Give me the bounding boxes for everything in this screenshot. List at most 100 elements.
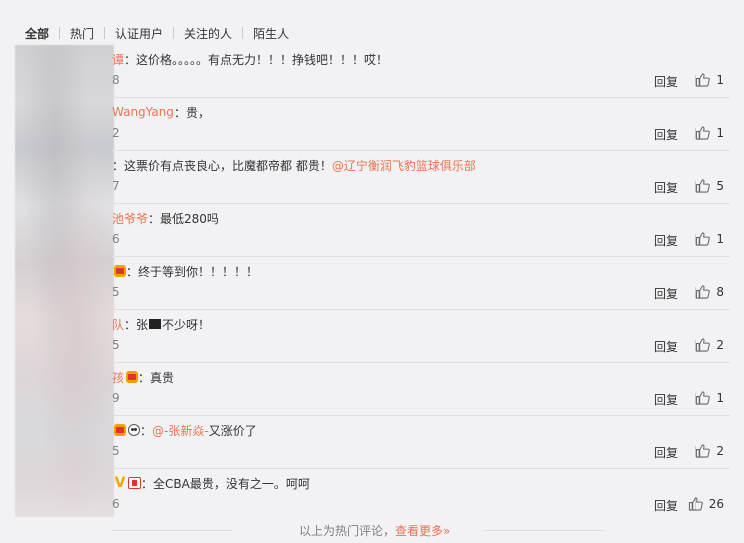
like-button[interactable]: 8 (695, 284, 724, 299)
comment-text: 终于等到你！！！！！ (138, 264, 259, 279)
reply-button[interactable]: 回复 (654, 232, 678, 249)
tab-2[interactable]: 认证用户 (115, 25, 163, 42)
comment-filter-tabs: 全部 热门 认证用户 关注的人 陌生人 (25, 24, 289, 42)
like-button[interactable]: 2 (695, 443, 724, 458)
comment-time: 6 (112, 497, 120, 511)
colon: ： (141, 476, 154, 491)
comment-text-line: 池爷爷：最低280吗 (112, 210, 219, 226)
comment-text-line: 谭：这价格。。。。。有点无力！！！挣钱吧！！！哎！ (112, 51, 388, 67)
comment-row: 池爷爷：最低280吗 6 回复 1 (0, 204, 744, 257)
like-button[interactable]: 26 (688, 496, 724, 511)
footer-label: 以上为热门评论， (299, 524, 396, 538)
like-count: 2 (716, 443, 724, 458)
tab-0[interactable]: 全部 (25, 25, 49, 42)
comment-text-line: 队：张不少呀！ (112, 316, 210, 332)
comment-username[interactable]: WangYang (112, 105, 174, 119)
like-button[interactable]: 1 (695, 390, 724, 405)
comment-text-line: ：这票价有点丧良心，比魔都帝都 都贵！ @辽宁衡润飞豹篮球俱乐部 (112, 157, 476, 173)
tab-4[interactable]: 陌生人 (253, 25, 289, 42)
comment-text: 贵， (185, 105, 210, 120)
comment-text: 真贵 (150, 370, 175, 385)
crown-badge-icon (114, 265, 126, 277)
comment-text-line: ： @-张新焱- 又涨价了 (112, 422, 257, 438)
comment-row: ：这票价有点丧良心，比魔都帝都 都贵！ @辽宁衡润飞豹篮球俱乐部 7 回复 5 (0, 151, 744, 204)
reply-button[interactable]: 回复 (654, 285, 678, 302)
mention-link[interactable]: @辽宁衡润飞豹篮球俱乐部 (332, 157, 476, 174)
reply-button[interactable]: 回复 (654, 73, 678, 90)
footer-text: 以上为热门评论，查看更多» (299, 522, 450, 539)
reply-button[interactable]: 回复 (654, 126, 678, 143)
tab-separator (242, 27, 244, 39)
like-button[interactable]: 1 (695, 72, 724, 87)
comment-time: 5 (112, 444, 120, 458)
crown-badge-icon (114, 424, 126, 436)
comment-text: 不少呀！ (162, 317, 211, 332)
reply-button[interactable]: 回复 (654, 179, 678, 196)
like-button[interactable]: 5 (695, 178, 724, 193)
tab-separator (173, 27, 175, 39)
thumbs-up-icon (696, 73, 711, 87)
tab-3[interactable]: 关注的人 (184, 25, 232, 42)
thumbs-up-icon (696, 285, 711, 299)
comment-time: 9 (112, 391, 120, 405)
comment-text-line: V ：全CBA最贵，没有之一。呵呵 (112, 475, 310, 491)
like-count: 5 (716, 178, 724, 193)
tab-1[interactable]: 热门 (70, 25, 94, 42)
like-count: 1 (716, 231, 724, 246)
mention-link[interactable]: @-张新焱- (152, 422, 209, 439)
tab-separator (104, 27, 106, 39)
reply-button[interactable]: 回复 (654, 497, 678, 514)
reply-button[interactable]: 回复 (654, 391, 678, 408)
thumbs-up-icon (688, 497, 703, 511)
colon: ： (140, 423, 153, 438)
panda-badge-icon (128, 424, 140, 436)
comment-text-prefix: 张 (136, 317, 149, 332)
comment-time: 8 (112, 73, 120, 87)
like-button[interactable]: 1 (695, 125, 724, 140)
crown-badge-icon (126, 371, 139, 383)
comment-row: 队：张不少呀！ 5 回复 2 (0, 310, 744, 363)
comment-username[interactable]: 孩 (112, 369, 124, 386)
like-count: 8 (716, 284, 724, 299)
footer-divider-left (112, 530, 232, 531)
colon: ： (173, 105, 186, 120)
colon: ： (112, 158, 125, 173)
comment-row: ：终于等到你！！！！！ 5 回复 8 (0, 257, 744, 310)
comment-row: 谭：这价格。。。。。有点无力！！！挣钱吧！！！哎！ 8 回复 1 (0, 45, 744, 98)
like-count: 1 (716, 125, 724, 140)
comment-text: 这价格。。。。。有点无力！！！挣钱吧！！！哎！ (136, 52, 389, 67)
comment-username[interactable]: 队 (112, 316, 124, 333)
see-more-link[interactable]: 查看更多» (395, 524, 450, 538)
comment-row: ： @-张新焱- 又涨价了 5 回复 2 (0, 416, 744, 469)
like-count: 2 (716, 337, 724, 352)
comment-row: V ：全CBA最贵，没有之一。呵呵 6 回复 26 (0, 469, 744, 522)
footer-divider-right (484, 530, 604, 531)
like-button[interactable]: 1 (695, 231, 724, 246)
vip-badge-icon (128, 477, 141, 489)
comment-time: 6 (112, 232, 120, 246)
comment-text-line: ：终于等到你！！！！！ (112, 263, 258, 279)
thumbs-up-icon (696, 444, 711, 458)
comment-time: 2 (112, 126, 120, 140)
comment-text: 全CBA最贵，没有之一。呵呵 (153, 476, 310, 491)
tab-separator (59, 27, 61, 39)
comment-username[interactable]: 池爷爷 (112, 210, 148, 227)
reply-button[interactable]: 回复 (654, 338, 678, 355)
comment-text: 这票价有点丧良心，比魔都帝都 都贵！ (124, 158, 332, 173)
censored-mark-icon (149, 319, 162, 329)
reply-button[interactable]: 回复 (654, 444, 678, 461)
thumbs-up-icon (696, 232, 711, 246)
colon: ： (124, 317, 137, 332)
like-count: 1 (716, 390, 724, 405)
thumbs-up-icon (696, 179, 711, 193)
like-button[interactable]: 2 (695, 337, 724, 352)
colon: ： (126, 264, 139, 279)
comment-time: 5 (112, 338, 120, 352)
comment-row: 孩 ：真贵 9 回复 1 (0, 363, 744, 416)
colon: ： (138, 370, 151, 385)
thumbs-up-icon (696, 391, 711, 405)
comment-footer: 以上为热门评论，查看更多» (0, 520, 744, 540)
colon: ： (124, 52, 137, 67)
thumbs-up-icon (696, 338, 711, 352)
comment-username[interactable]: 谭 (112, 51, 124, 68)
